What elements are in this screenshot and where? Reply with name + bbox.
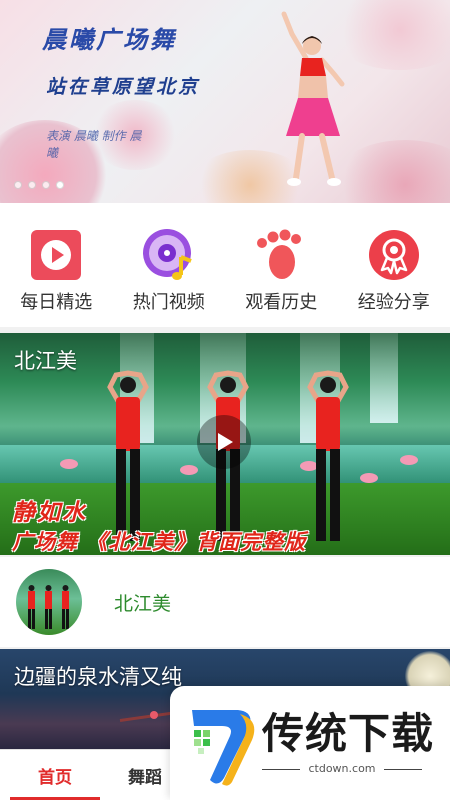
tab-home[interactable]: 首页	[10, 750, 100, 800]
banner-carousel[interactable]: 晨曦广场舞 站在草原望北京 表演 晨曦 制作 晨曦	[0, 0, 450, 203]
banner-title: 晨曦广场舞	[42, 25, 177, 54]
play-icon	[28, 227, 84, 283]
nav-hot-videos[interactable]: 热门视频	[113, 203, 226, 327]
carousel-indicator[interactable]	[14, 181, 64, 189]
waterfall-decoration	[370, 333, 398, 423]
watermark-text: 传统下载	[262, 709, 435, 758]
ribbon-badge-icon	[366, 227, 422, 283]
carousel-dot[interactable]	[42, 181, 50, 189]
lotus-decoration	[360, 473, 378, 483]
carousel-dot[interactable]	[28, 181, 36, 189]
watermark-logo-icon	[192, 710, 255, 786]
video-title: 边疆的泉水清又纯	[14, 665, 182, 689]
dancer-figure	[281, 11, 345, 186]
watermark-logo: 传统下载 ctdown.com	[170, 686, 450, 800]
nav-label: 热门视频	[132, 292, 205, 313]
nav-label: 每日精选	[20, 292, 93, 313]
nav-label: 经验分享	[357, 292, 430, 313]
quick-nav: 每日精选 热门视频 观看历史 经验分享	[0, 203, 450, 327]
video-caption: 广场舞 《北江美》背面完整版	[12, 529, 307, 554]
lotus-decoration	[400, 455, 418, 465]
banner-subtitle: 站在草原望北京	[46, 76, 201, 98]
lotus-decoration	[60, 459, 78, 469]
avatar[interactable]	[16, 569, 82, 635]
video-title: 北江美	[14, 349, 77, 373]
footprint-icon	[253, 227, 309, 283]
nav-label: 观看历史	[245, 292, 318, 313]
carousel-dot[interactable]	[14, 181, 22, 189]
banner-credit: 表演 晨曦 制作 晨曦	[46, 129, 142, 160]
carousel-dot-active[interactable]	[56, 181, 64, 189]
nav-daily-picks[interactable]: 每日精选	[0, 203, 113, 327]
nav-watch-history[interactable]: 观看历史	[225, 203, 338, 327]
play-triangle-icon	[218, 433, 233, 451]
play-button[interactable]	[197, 415, 251, 469]
nav-experience-share[interactable]: 经验分享	[338, 203, 450, 327]
author-name[interactable]: 北江美	[114, 589, 171, 616]
flower-decoration	[150, 711, 158, 719]
video-author-row[interactable]: 北江美	[0, 557, 450, 647]
video-caption: 静如水	[12, 499, 87, 526]
music-disc-icon	[141, 227, 197, 283]
watermark-url: ctdown.com	[262, 762, 422, 775]
